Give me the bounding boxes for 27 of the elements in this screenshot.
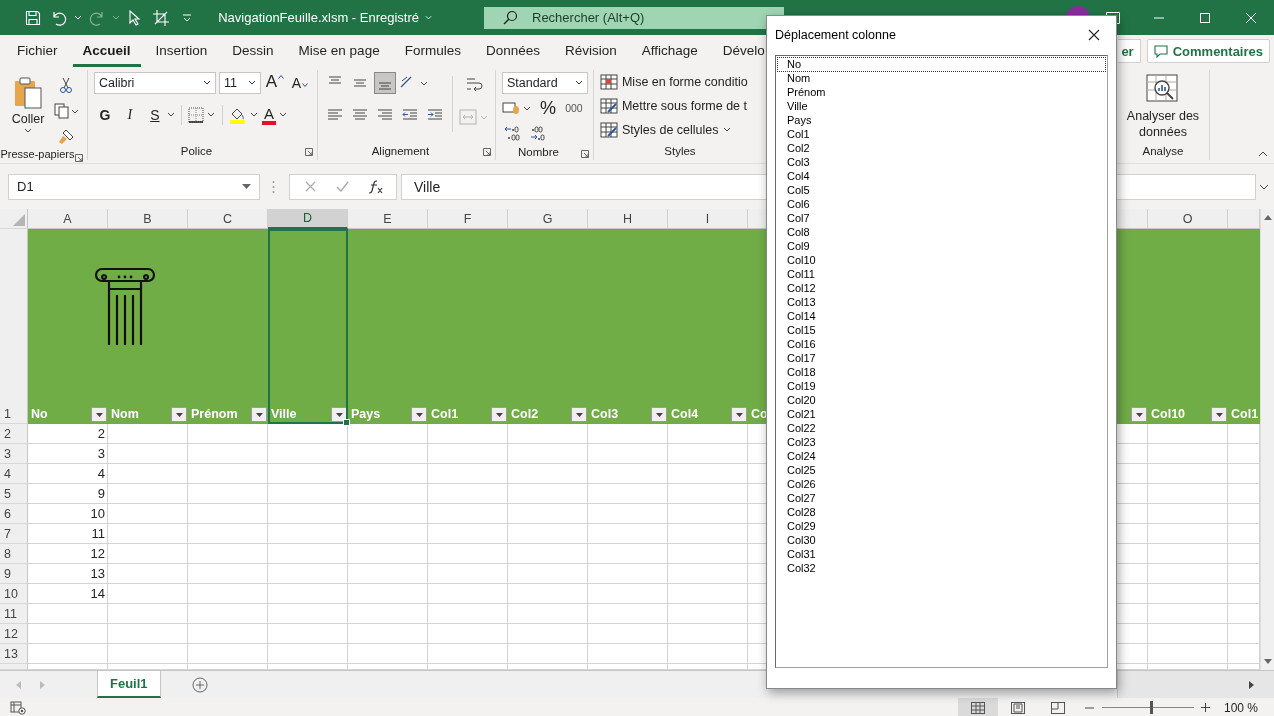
table-cell: 11 xyxy=(28,524,108,544)
table-header: Col1 xyxy=(1231,406,1259,422)
group-label: Nombre xyxy=(518,146,559,158)
table-header: Nom xyxy=(111,406,139,422)
group-label: Analyse xyxy=(1142,145,1184,157)
table-cell: 2 xyxy=(28,424,108,444)
table-header: Pays xyxy=(351,406,381,422)
table-header: Col2 xyxy=(511,406,539,422)
group-label: Styles xyxy=(664,145,696,157)
table-cell: 3 xyxy=(28,444,108,464)
table-cell: 13 xyxy=(28,564,108,584)
group-label: Presse-papiers xyxy=(0,148,75,160)
table-cell: 4 xyxy=(28,464,108,484)
table-header: Col10 xyxy=(1151,406,1186,422)
table-header: Ville xyxy=(271,406,297,422)
group-label: Alignement xyxy=(371,145,430,157)
table-header: Col3 xyxy=(591,406,619,422)
table-cell: 10 xyxy=(28,504,108,524)
table-cell: 12 xyxy=(28,544,108,564)
table-cell: 14 xyxy=(28,584,108,604)
table-header: Prénom xyxy=(191,406,238,422)
table-header: No xyxy=(31,406,48,422)
group-label: Police xyxy=(180,145,213,157)
table-cell: 9 xyxy=(28,484,108,504)
table-header: Col1 xyxy=(431,406,459,422)
table-header: Col4 xyxy=(671,406,699,422)
dialog-title: Déplacement colonne xyxy=(775,28,896,42)
